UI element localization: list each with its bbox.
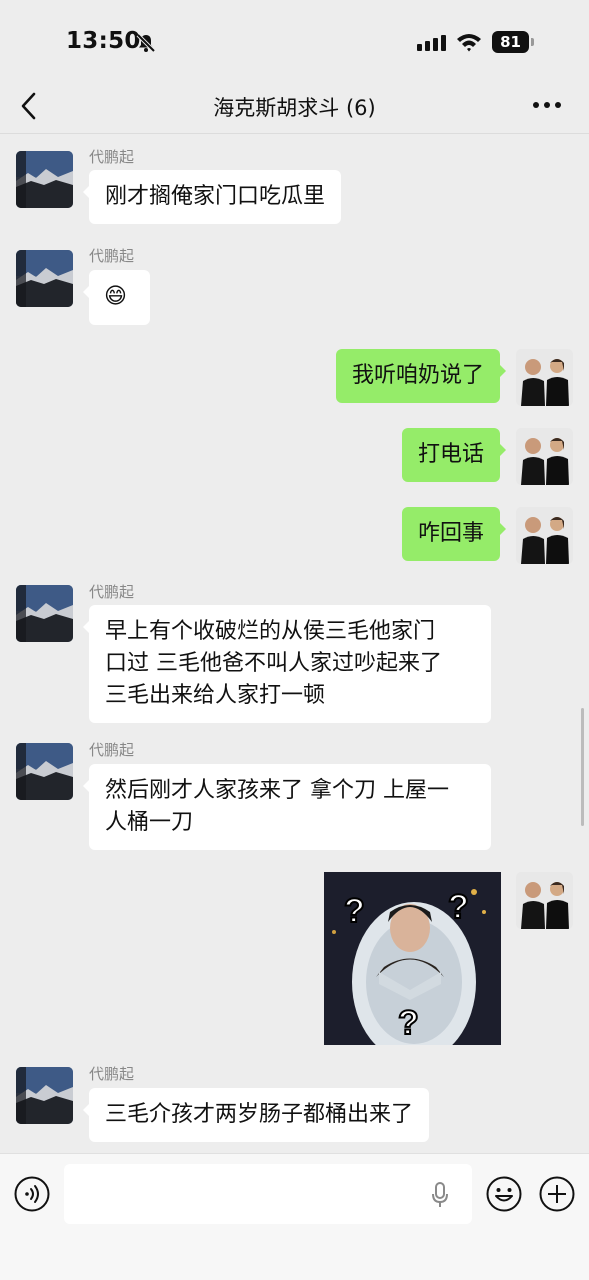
message-line: 早上有个收破烂的从侯三毛他家门 xyxy=(105,619,436,644)
question-mark-egg-sticker[interactable]: ? ? ? xyxy=(324,872,501,1045)
more-icon[interactable] xyxy=(533,102,561,108)
mute-bell-icon xyxy=(136,33,156,53)
message-input[interactable] xyxy=(64,1164,472,1224)
message-bubble[interactable]: 早上有个收破烂的从侯三毛他家门 口过 三毛他爸不叫人家过吵起来了 三毛出来给人家… xyxy=(83,605,491,723)
sticker-image: ? ? ? xyxy=(324,872,501,1045)
grin-emoji: 😄 xyxy=(104,284,127,309)
message-line: 口过 三毛他爸不叫人家过吵起来了 xyxy=(105,651,442,676)
message-line: 然后刚才人家孩来了 拿个刀 上屋一 xyxy=(105,778,449,803)
mountain-avatar-image xyxy=(16,250,73,307)
mountain-avatar-image xyxy=(16,585,73,642)
message-bubble-outgoing[interactable]: 打电话 xyxy=(401,428,507,482)
svg-text:?: ? xyxy=(344,892,365,930)
sender-name: 代鹏起 xyxy=(89,741,135,759)
my-avatar[interactable] xyxy=(516,428,573,485)
sender-avatar[interactable] xyxy=(16,250,73,307)
message-line: 三毛出来给人家打一顿 xyxy=(105,683,326,708)
sender-name: 代鹏起 xyxy=(89,148,135,166)
message-bubble[interactable]: 三毛介孩才两岁肠子都桶出来了 xyxy=(82,1088,430,1142)
mountain-avatar-image xyxy=(16,1067,73,1124)
voice-toggle-icon[interactable] xyxy=(14,1176,50,1212)
two-people-avatar-image xyxy=(516,507,573,564)
status-bar: 13:50 81 xyxy=(0,0,589,80)
message-bubble-outgoing[interactable]: 咋回事 xyxy=(401,507,507,561)
emoji-icon[interactable] xyxy=(486,1176,522,1212)
mountain-avatar-image xyxy=(16,743,73,800)
message-bubble[interactable]: 刚才搁俺家门口吃瓜里 xyxy=(82,170,342,224)
my-avatar[interactable] xyxy=(516,872,573,929)
status-time: 13:50 xyxy=(66,28,141,54)
chat-title: 海克斯胡求斗 (6) xyxy=(213,96,376,120)
sender-name: 代鹏起 xyxy=(89,583,135,601)
two-people-avatar-image xyxy=(516,872,573,929)
my-avatar[interactable] xyxy=(516,349,573,406)
battery-icon: 81 xyxy=(492,31,534,53)
microphone-icon[interactable] xyxy=(431,1182,449,1208)
signal-icon xyxy=(417,35,446,51)
mountain-avatar-image xyxy=(16,151,73,208)
sender-name: 代鹏起 xyxy=(89,247,135,265)
wifi-icon xyxy=(457,34,481,52)
message-bubble-outgoing[interactable]: 我听咱奶说了 xyxy=(335,349,507,403)
scrollbar[interactable] xyxy=(581,708,584,826)
plus-icon[interactable] xyxy=(539,1176,575,1212)
message-bubble[interactable]: 😄 xyxy=(83,270,150,325)
my-avatar[interactable] xyxy=(516,507,573,564)
input-bar xyxy=(0,1153,589,1280)
sender-avatar[interactable] xyxy=(16,743,73,800)
sender-avatar[interactable] xyxy=(16,151,73,208)
message-line: 人桶一刀 xyxy=(105,810,194,835)
battery-level: 81 xyxy=(492,31,529,53)
sender-name: 代鹏起 xyxy=(89,1065,135,1083)
sender-avatar[interactable] xyxy=(16,585,73,642)
svg-text:?: ? xyxy=(448,888,469,926)
message-bubble[interactable]: 然后刚才人家孩来了 拿个刀 上屋一 人桶一刀 xyxy=(83,764,491,850)
two-people-avatar-image xyxy=(516,428,573,485)
sender-avatar[interactable] xyxy=(16,1067,73,1124)
two-people-avatar-image xyxy=(516,349,573,406)
chat-header: 海克斯胡求斗 (6) xyxy=(0,80,589,134)
svg-text:?: ? xyxy=(398,1004,419,1042)
